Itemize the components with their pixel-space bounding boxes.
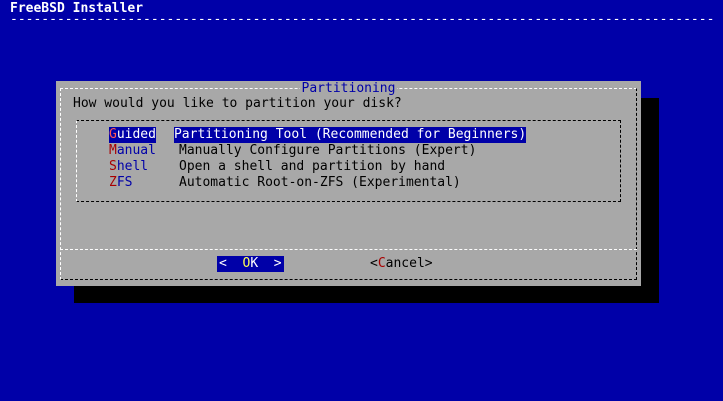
ok-button-rest: K (250, 256, 259, 271)
menu-item-tag-rest: FS (116, 175, 133, 190)
cancel-button-rest: ancel (385, 256, 425, 271)
menu-item-tag: Guided (109, 127, 156, 143)
menu-item-manual[interactable]: Manual Manually Configure Partitions (Exp… (109, 143, 526, 159)
hotkey-m: M (109, 143, 117, 158)
cancel-button-left: < (370, 256, 378, 271)
dialog-title-text: Partitioning (299, 81, 398, 96)
menu-item-shell[interactable]: Shell Open a shell and partition by hand (109, 159, 526, 175)
partitioning-dialog: Partitioning How would you like to parti… (56, 81, 641, 286)
cancel-button[interactable]: <Cancel> (370, 256, 433, 272)
menu-item-tag: Shell (109, 159, 179, 175)
menu-item-description: Open a shell and partition by hand (179, 159, 446, 174)
button-separator (60, 249, 637, 250)
menu-item-tag-rest: anual (116, 143, 156, 158)
ok-button[interactable]: < OK > (217, 256, 284, 272)
installer-screen: FreeBSD Installer ----------------------… (0, 0, 723, 401)
dialog-prompt: How would you like to partition your dis… (73, 96, 402, 111)
menu-item-tag-rest: hell (116, 159, 149, 174)
hotkey-s: S (109, 159, 117, 174)
ok-button-left: < (219, 256, 243, 271)
menu-item-description: Partitioning Tool (Recommended for Begin… (173, 127, 527, 143)
menu-item-description: Automatic Root-on-ZFS (Experimental) (179, 175, 461, 190)
dialog-title: Partitioning (56, 81, 641, 97)
cancel-button-hotkey: C (377, 256, 386, 271)
hotkey-z: Z (109, 175, 117, 190)
button-row: < OK > <Cancel> (56, 256, 641, 272)
ok-button-right: > (258, 256, 282, 271)
menu-item-tag: ZFS (109, 175, 179, 191)
menu-item-tag: Manual (109, 143, 179, 159)
backtitle-rule: ----------------------------------------… (10, 12, 713, 27)
menu-item-description: Manually Configure Partitions (Expert) (179, 143, 477, 158)
menu-item-gap (156, 127, 174, 143)
menu-item-tag-rest: uided (116, 127, 156, 142)
menu-item-guided[interactable]: Guided Partitioning Tool (Recommended fo… (109, 127, 527, 143)
hotkey-g: G (109, 127, 117, 142)
menu-item-zfs[interactable]: ZFS Automatic Root-on-ZFS (Experimental) (109, 175, 526, 191)
partition-menu: Guided Partitioning Tool (Recommended fo… (109, 127, 527, 191)
cancel-button-right: > (424, 256, 433, 271)
